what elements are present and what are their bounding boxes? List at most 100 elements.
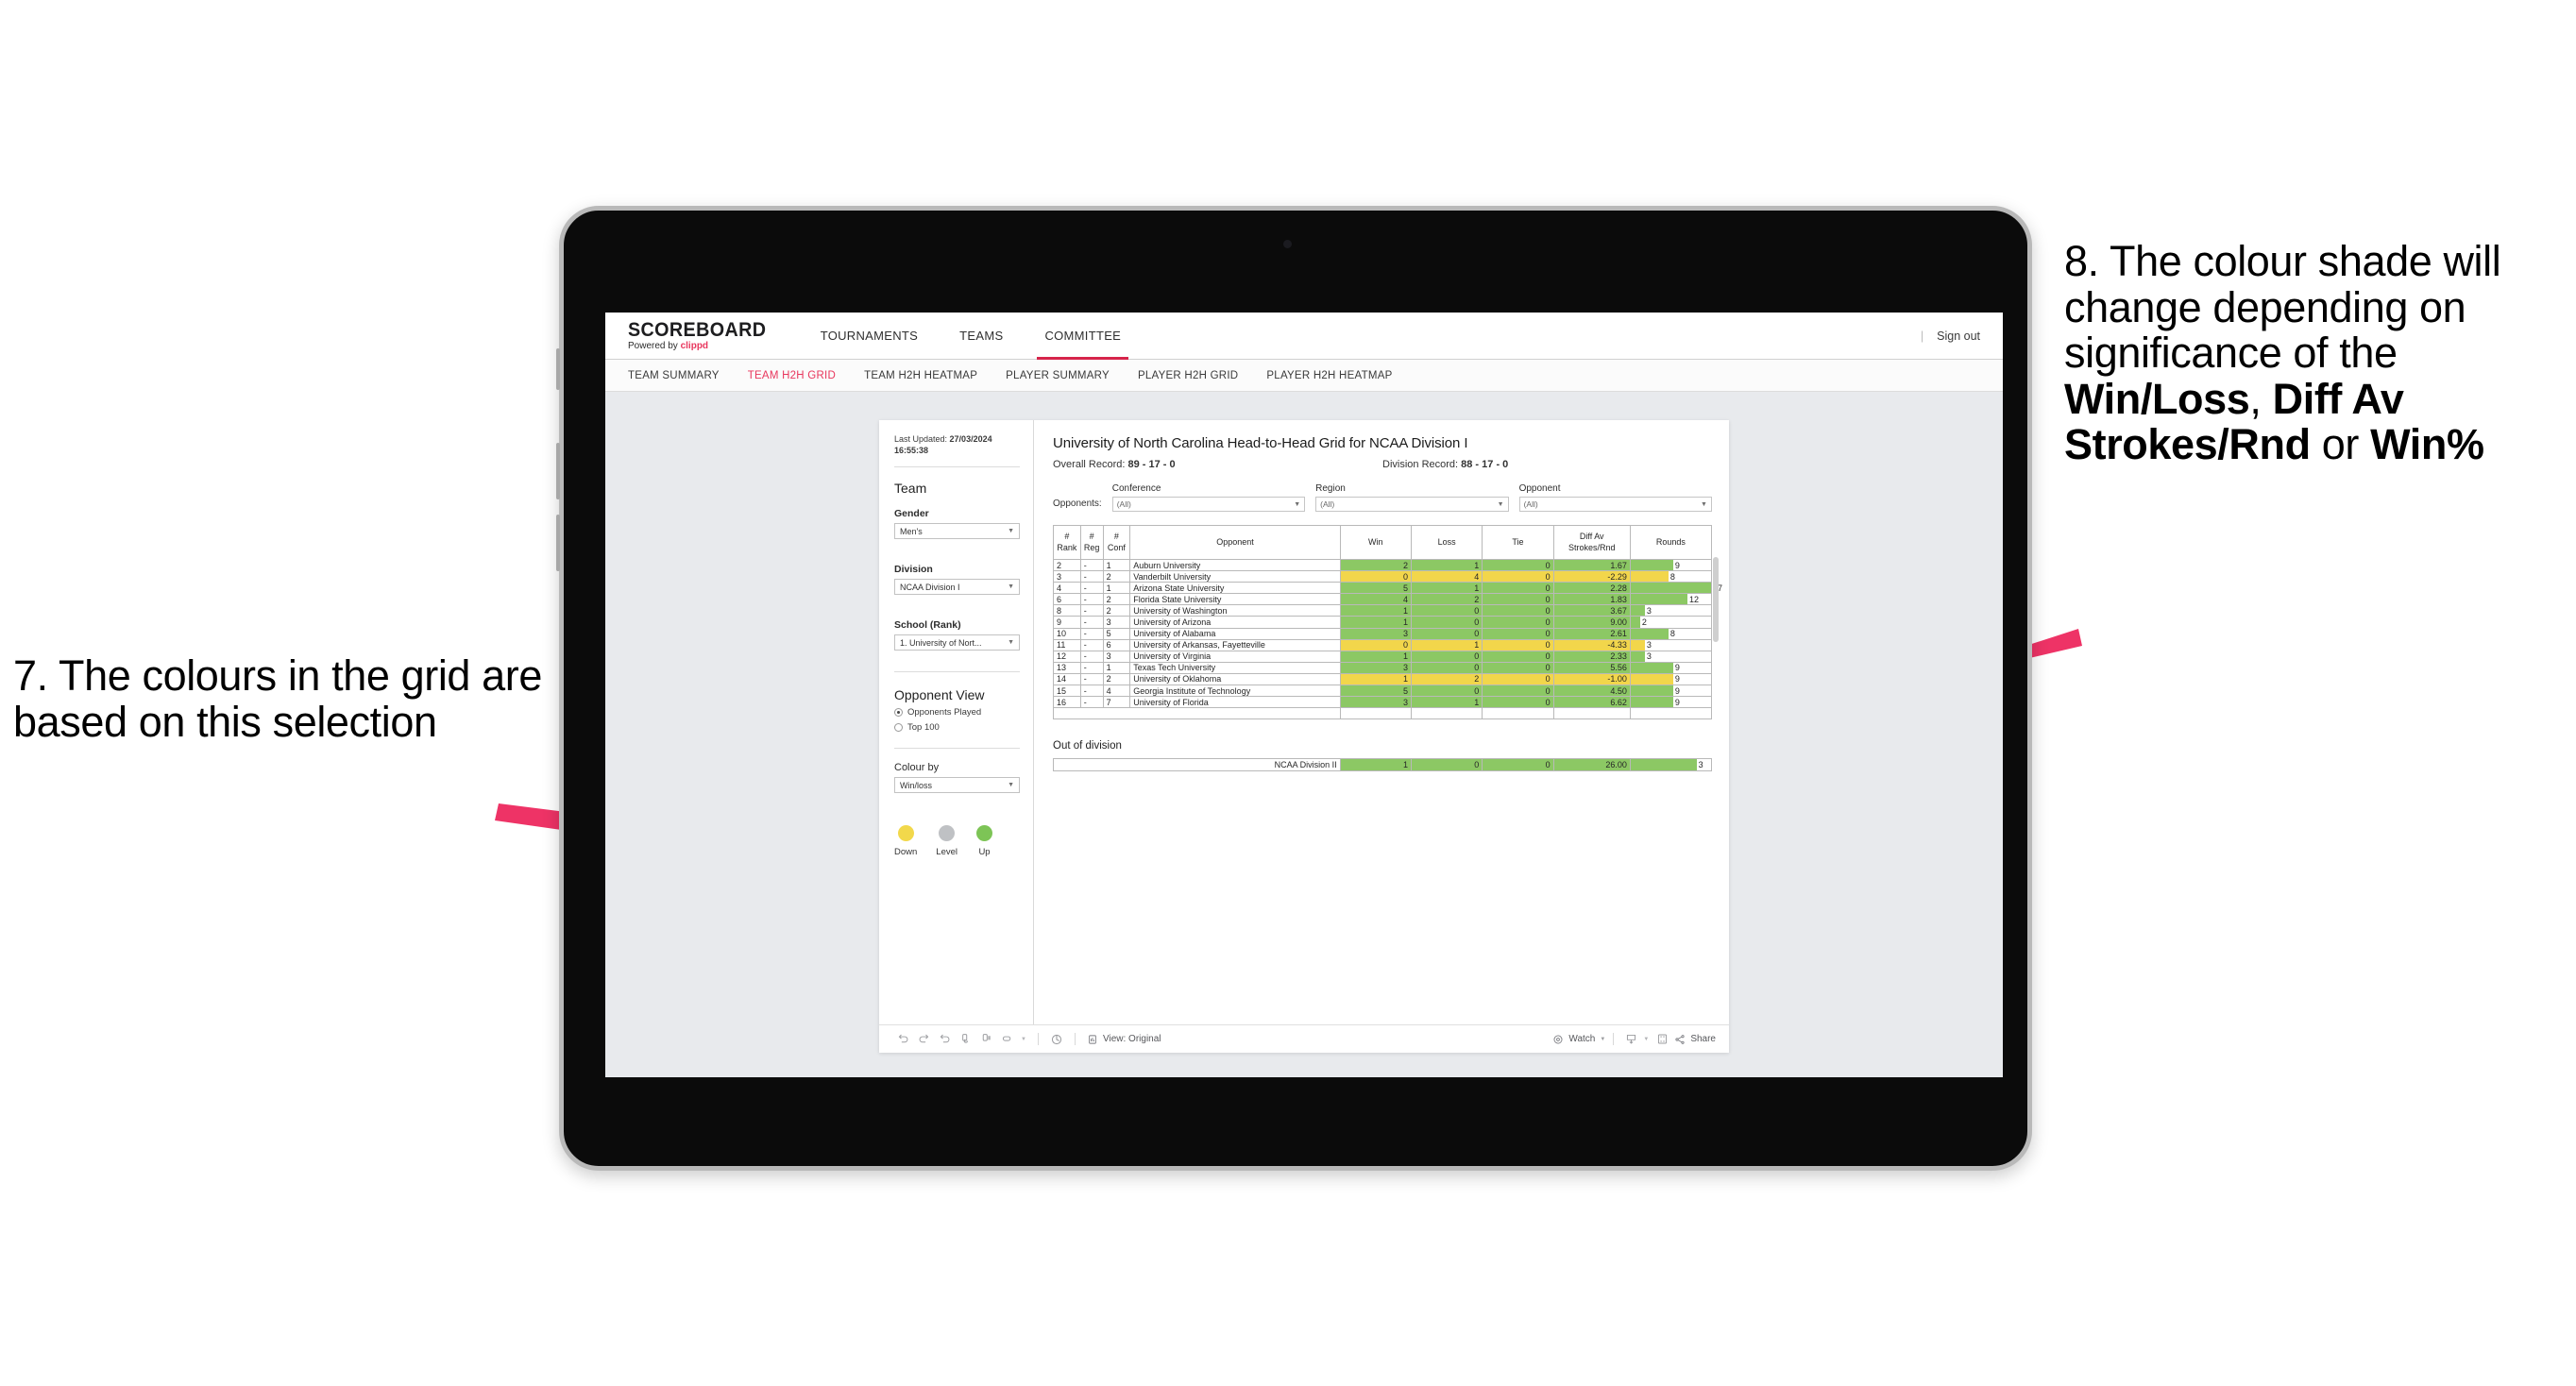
cell-conf: 2	[1102, 672, 1131, 686]
download-icon[interactable]	[1621, 1033, 1640, 1045]
subnav-item-team-h2h-heatmap[interactable]: TEAM H2H HEATMAP	[864, 370, 977, 381]
column-header-diff-av-strokes-rnd[interactable]: Diff Av Strokes/Rnd	[1552, 525, 1631, 560]
cell-diff: 1.67	[1552, 558, 1631, 572]
column-header-conf[interactable]: # Conf	[1102, 525, 1131, 560]
cell-win: 0	[1339, 570, 1412, 583]
refresh-data-icon[interactable]	[955, 1033, 975, 1045]
legend-label: Down	[894, 847, 918, 858]
cell-rounds: 9	[1629, 661, 1713, 674]
colour-by-field: Colour by Win/loss ▼	[894, 762, 1020, 794]
out-of-division-title: Out of division	[1053, 740, 1122, 752]
table-row[interactable]: 16-7 University of Florida 3 1 0 6.62 9	[1053, 696, 1713, 709]
empty-cell	[1410, 707, 1483, 720]
table-row[interactable]: 8-2 University of Washington 1 0 0 3.67 3	[1053, 604, 1713, 617]
opponent-view-radio-group: Opponents Played Top 100	[894, 702, 1020, 733]
table-row[interactable]: 10-5 University of Alabama 3 0 0 2.61 8	[1053, 627, 1713, 640]
cell-reg: -	[1079, 616, 1104, 629]
cell-diff: 2.28	[1552, 582, 1631, 595]
ood-cell-tie: 0	[1482, 758, 1554, 772]
chevron-down-icon: ▼	[1008, 583, 1014, 591]
front-camera	[1283, 240, 1292, 248]
table-row[interactable]: 4-1Arizona State University5102.2817	[1053, 582, 1722, 595]
cell-rounds: 2	[1629, 616, 1713, 629]
table-row[interactable]: 3-2 Vanderbilt University 0 4 0 -2.29 8	[1053, 570, 1713, 583]
table-row[interactable]: 6-2 Florida State University 4 2 0 1.83 12	[1053, 593, 1713, 606]
rounds-value: 3	[1646, 651, 1652, 662]
cell-opponent: University of Arkansas, Fayetteville	[1129, 638, 1341, 651]
table-row[interactable]: 11-6 University of Arkansas, Fayetteville…	[1053, 638, 1713, 651]
column-header-win[interactable]: Win	[1339, 525, 1412, 560]
school-select[interactable]: 1. University of Nort... ▼	[894, 634, 1020, 651]
pan-dropdown-icon[interactable]: ▼	[1017, 1037, 1030, 1042]
subnav-item-team-summary[interactable]: TEAM SUMMARY	[628, 370, 720, 381]
signout-link[interactable]: Sign out	[1937, 330, 1980, 343]
visualization-card: Last Updated: 27/03/2024 16:55:38 Team G…	[879, 420, 1729, 1053]
cell-diff: 3.67	[1552, 604, 1631, 617]
pause-updates-icon[interactable]	[975, 1033, 996, 1045]
redo-icon[interactable]	[913, 1033, 934, 1045]
view-original-button[interactable]: View: Original	[1087, 1034, 1161, 1045]
share-button[interactable]: Share	[1674, 1034, 1716, 1045]
legend-dot-icon	[897, 825, 914, 842]
app-logo[interactable]: SCOREBOARD Powered by clippd	[605, 320, 800, 351]
fullscreen-icon[interactable]	[1652, 1033, 1672, 1045]
rounds-bar	[1630, 594, 1687, 605]
cell-rank: 14	[1053, 672, 1081, 686]
annotation-7-text: 7. The colours in the grid are based on …	[13, 651, 542, 746]
team-section-heading: Team	[894, 481, 927, 497]
column-header-tie[interactable]: Tie	[1482, 525, 1554, 560]
subnav-item-player-summary[interactable]: PLAYER SUMMARY	[1006, 370, 1110, 381]
column-header-loss[interactable]: Loss	[1410, 525, 1483, 560]
cell-tie: 0	[1482, 638, 1554, 651]
subnav-item-player-h2h-grid[interactable]: PLAYER H2H GRID	[1138, 370, 1238, 381]
cell-conf: 1	[1102, 558, 1131, 572]
colour-by-select[interactable]: Win/loss ▼	[894, 777, 1020, 794]
app-header: SCOREBOARD Powered by clippd TOURNAMENTS…	[605, 313, 2003, 360]
gender-select[interactable]: Men's ▼	[894, 523, 1020, 540]
filter-opponent: Opponent (All) ▼	[1518, 483, 1712, 512]
table-row[interactable]: 13-1 Texas Tech University 3 0 0 5.56 9	[1053, 661, 1713, 674]
table-row[interactable]: 14-2 University of Oklahoma 1 2 0 -1.00 9	[1053, 672, 1713, 686]
table-row[interactable]: 12-3 University of Virginia 1 0 0 2.33 3	[1053, 650, 1713, 663]
rounds-bar	[1630, 697, 1673, 708]
gender-value: Men's	[900, 526, 923, 536]
topnav-item-teams[interactable]: TEAMS	[939, 313, 1024, 359]
radio-icon[interactable]	[894, 708, 903, 718]
opponent-view-option-1[interactable]: Top 100	[894, 722, 1020, 733]
cell-rounds: 12	[1629, 593, 1713, 606]
filter-select[interactable]: (All) ▼	[1315, 497, 1509, 512]
table-row[interactable]: 2-1 Auburn University 2 1 0 1.67 9	[1053, 558, 1713, 572]
table-row[interactable]: 9-3 University of Arizona 1 0 0 9.00 2	[1053, 616, 1713, 629]
download-dropdown-icon[interactable]: ▼	[1640, 1037, 1652, 1042]
filter-select[interactable]: (All) ▼	[1518, 497, 1712, 512]
division-value: NCAA Division I	[900, 582, 960, 592]
cell-win: 4	[1339, 593, 1412, 606]
filter-select[interactable]: (All) ▼	[1111, 497, 1306, 512]
column-header-reg[interactable]: # Reg	[1079, 525, 1104, 560]
topnav-item-tournaments[interactable]: TOURNAMENTS	[800, 313, 939, 359]
subnav-item-player-h2h-heatmap[interactable]: PLAYER H2H HEATMAP	[1266, 370, 1392, 381]
division-record-label: Division Record:	[1382, 459, 1462, 470]
cell-opponent: Georgia Institute of Technology	[1129, 685, 1341, 698]
cell-diff: 4.50	[1552, 685, 1631, 698]
revert-icon[interactable]	[934, 1033, 955, 1045]
cell-tie: 0	[1482, 558, 1554, 572]
table-vertical-scrollbar[interactable]	[1713, 557, 1719, 642]
show-me-icon[interactable]	[1046, 1033, 1067, 1046]
subnav-item-team-h2h-grid[interactable]: TEAM H2H GRID	[748, 370, 836, 381]
column-header-rank[interactable]: # Rank	[1053, 525, 1081, 560]
division-select[interactable]: NCAA Division I ▼	[894, 579, 1020, 596]
out-of-division-row[interactable]: NCAA Division II 1 0 0 26.00 3	[1053, 758, 1713, 772]
undo-icon[interactable]	[892, 1033, 913, 1045]
column-header-rounds[interactable]: Rounds	[1629, 525, 1713, 560]
radio-icon[interactable]	[894, 723, 903, 733]
annotation-8-bold-winpct: Win%	[2370, 420, 2484, 469]
watch-button[interactable]: Watch ▼	[1552, 1034, 1605, 1045]
topnav-item-committee[interactable]: COMMITTEE	[1024, 313, 1142, 360]
column-header-opponent[interactable]: Opponent	[1129, 525, 1341, 560]
cell-conf: 7	[1102, 696, 1131, 709]
table-row[interactable]: 15-4 Georgia Institute of Technology 5 0 0 4.…	[1053, 685, 1713, 698]
cell-win: 1	[1339, 650, 1412, 663]
opponent-view-option-0[interactable]: Opponents Played	[894, 707, 1020, 718]
pan-icon[interactable]	[996, 1033, 1017, 1045]
